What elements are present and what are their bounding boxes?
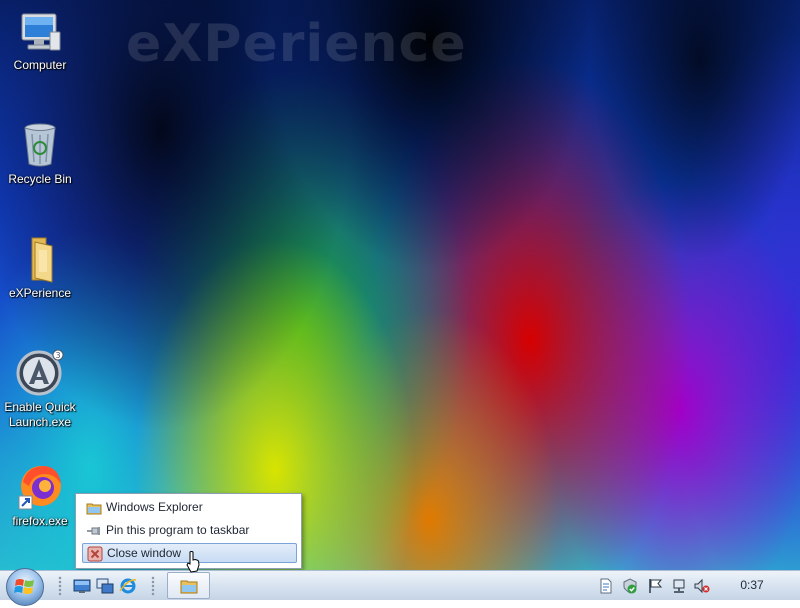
jumplist-item-label: Pin this program to taskbar [106,523,250,537]
explorer-folder-icon [180,580,198,594]
firefox-icon [18,466,61,510]
taskbar-grip[interactable] [58,576,62,596]
folder-icon [31,237,53,283]
pin-icon [87,527,100,535]
svg-text:3: 3 [55,351,60,360]
desktop-icon-recycle-bin[interactable]: Recycle Bin [0,120,80,187]
security-check-icon[interactable] [622,578,638,594]
desktop: eXPerience Computer Recycle Bin eXPerien [0,0,800,570]
action-center-flag-icon[interactable] [647,578,663,594]
desktop-icon-computer[interactable]: Computer [0,8,80,73]
wallpaper-watermark: eXPerience [126,14,467,74]
close-window-icon [87,546,103,562]
desktop-icon-label: eXPerience [8,286,72,300]
volume-muted-icon[interactable] [694,578,710,594]
taskbar-clock[interactable]: 0:37 [732,571,772,600]
jumplist-item-pin-to-taskbar[interactable]: Pin this program to taskbar [82,521,297,541]
desktop-icon-firefox[interactable]: firefox.exe [0,462,80,529]
switch-windows-icon[interactable] [96,577,114,595]
desktop-icon-label: Computer [13,58,67,72]
internet-explorer-icon[interactable] [119,577,137,595]
document-icon[interactable] [598,578,614,594]
computer-icon [21,13,61,51]
explorer-folder-icon [86,503,102,515]
jumplist-item-windows-explorer[interactable]: Windows Explorer [82,498,297,518]
desktop-icon-label: firefox.exe [12,514,68,528]
jumplist-item-label: Windows Explorer [106,500,203,514]
desktop-icon-enable-quick-launch[interactable]: 3 Enable Quick Launch.exe [0,348,80,430]
taskbar-button-windows-explorer[interactable] [167,572,210,599]
start-button[interactable] [6,568,44,606]
network-icon[interactable] [671,578,687,594]
desktop-icon-experience-folder[interactable]: eXPerience [0,234,80,301]
hand-cursor-icon [186,551,200,573]
jumplist-item-label: Close window [107,546,182,560]
aimp-icon: 3 [16,349,64,396]
desktop-icon-label: Recycle Bin [8,172,72,186]
recycle-bin-icon [24,123,56,167]
desktop-icon-label-line2: Launch.exe [8,415,72,429]
desktop-icon-label-line1: Enable Quick [4,400,76,414]
show-desktop-icon[interactable] [73,577,91,595]
taskbar: 0:37 [0,568,800,606]
taskbar-grip[interactable] [151,576,155,596]
